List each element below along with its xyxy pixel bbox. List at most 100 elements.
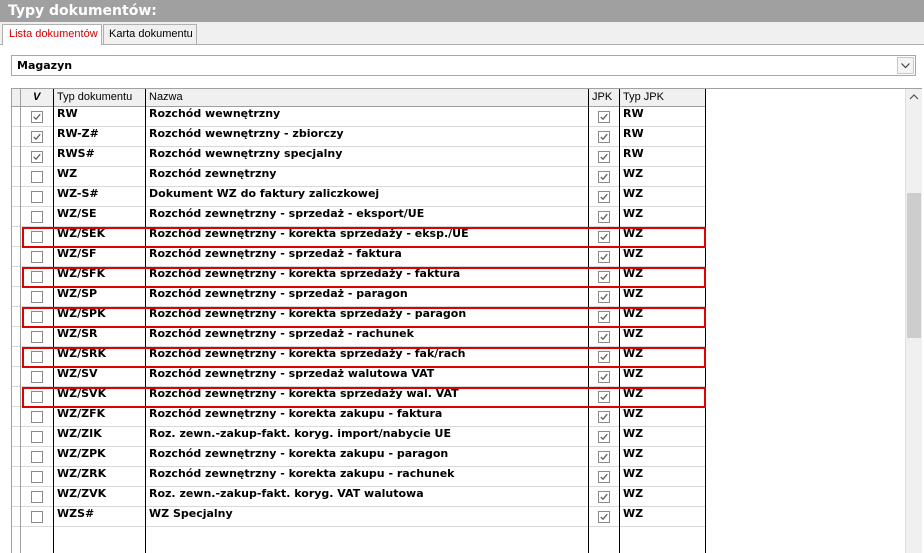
row-select-checkbox[interactable]	[31, 211, 43, 223]
row-select-checkbox[interactable]	[31, 451, 43, 463]
jpk-checkbox[interactable]	[598, 171, 610, 183]
jpk-checkbox[interactable]	[598, 431, 610, 443]
row-select-checkbox[interactable]	[31, 251, 43, 263]
jpk-checkbox[interactable]	[598, 451, 610, 463]
row-indicator[interactable]	[12, 267, 20, 286]
dropdown-button[interactable]	[897, 57, 914, 74]
header-jpk[interactable]: JPK	[589, 89, 620, 106]
row-indicator[interactable]	[12, 147, 20, 166]
table-row[interactable]: WZ/SRK Rozchód zewnętrzny - korekta sprze…	[12, 347, 706, 367]
jpk-checkbox[interactable]	[598, 331, 610, 343]
row-select-checkbox[interactable]	[31, 371, 43, 383]
checkmark-icon	[600, 393, 608, 401]
jpk-checkbox[interactable]	[598, 191, 610, 203]
row-select-checkbox[interactable]	[31, 351, 43, 363]
jpk-checkbox[interactable]	[598, 391, 610, 403]
row-indicator[interactable]	[12, 287, 20, 306]
row-indicator[interactable]	[12, 407, 20, 426]
jpk-checkbox[interactable]	[598, 311, 610, 323]
table-row[interactable]: WZ-S# Dokument WZ do faktury zaliczkowej W…	[12, 187, 706, 207]
row-select-checkbox[interactable]	[31, 331, 43, 343]
table-row[interactable]: WZ/SF Rozchód zewnętrzny - sprzedaż - fak…	[12, 247, 706, 267]
row-select-checkbox[interactable]	[31, 111, 43, 123]
jpk-checkbox[interactable]	[598, 271, 610, 283]
table-row[interactable]: WZ/ZPK Rozchód zewnętrzny - korekta zakup…	[12, 447, 706, 467]
jpk-checkbox[interactable]	[598, 511, 610, 523]
row-indicator[interactable]	[12, 427, 20, 446]
row-select-checkbox[interactable]	[31, 131, 43, 143]
scroll-up-button[interactable]	[906, 89, 922, 106]
jpk-checkbox[interactable]	[598, 211, 610, 223]
row-select-checkbox[interactable]	[31, 311, 43, 323]
table-row[interactable]: WZ Rozchód zewnętrzny WZ	[12, 167, 706, 187]
vertical-scrollbar[interactable]	[905, 89, 922, 553]
table-row[interactable]: RW-Z# Rozchód wewnętrzny - zbiorczy RW	[12, 127, 706, 147]
jpk-checkbox[interactable]	[598, 351, 610, 363]
row-select-checkbox[interactable]	[31, 491, 43, 503]
scroll-thumb[interactable]	[907, 193, 921, 338]
jpk-checkbox[interactable]	[598, 471, 610, 483]
header-name[interactable]: Nazwa	[146, 89, 589, 106]
jpk-checkbox[interactable]	[598, 231, 610, 243]
row-indicator[interactable]	[12, 107, 20, 126]
row-select-checkbox[interactable]	[31, 271, 43, 283]
row-indicator[interactable]	[12, 207, 20, 226]
jpk-checkbox[interactable]	[598, 151, 610, 163]
row-select-checkbox[interactable]	[31, 231, 43, 243]
row-indicator[interactable]	[12, 447, 20, 466]
row-indicator[interactable]	[12, 167, 20, 186]
row-indicator[interactable]	[12, 127, 20, 146]
jpk-checkbox[interactable]	[598, 251, 610, 263]
row-indicator[interactable]	[12, 507, 20, 526]
row-select-checkbox[interactable]	[31, 511, 43, 523]
table-row[interactable]: WZ/ZRK Rozchód zewnętrzny - korekta zakup…	[12, 467, 706, 487]
table-row[interactable]: WZ/SEK Rozchód zewnętrzny - korekta sprze…	[12, 227, 706, 247]
jpk-checkbox[interactable]	[598, 371, 610, 383]
row-select-checkbox[interactable]	[31, 291, 43, 303]
jpk-checkbox[interactable]	[598, 411, 610, 423]
row-indicator[interactable]	[12, 247, 20, 266]
row-select-checkbox[interactable]	[31, 191, 43, 203]
row-indicator[interactable]	[12, 187, 20, 206]
row-indicator[interactable]	[12, 367, 20, 386]
row-select-checkbox[interactable]	[31, 471, 43, 483]
tab-document-card[interactable]: Karta dokumentu	[103, 24, 197, 45]
table-row[interactable]: WZS# WZ Specjalny WZ	[12, 507, 706, 527]
row-indicator[interactable]	[12, 467, 20, 486]
row-indicator[interactable]	[12, 227, 20, 246]
row-select-checkbox[interactable]	[31, 431, 43, 443]
header-document-type[interactable]: Typ dokumentu	[54, 89, 146, 106]
table-row[interactable]: RWS# Rozchód wewnętrzny specjalny RW	[12, 147, 706, 167]
checkmark-icon	[600, 353, 608, 361]
row-select-checkbox[interactable]	[31, 171, 43, 183]
table-row[interactable]: WZ/SE Rozchód zewnętrzny - sprzedaż - eks…	[12, 207, 706, 227]
jpk-checkbox[interactable]	[598, 491, 610, 503]
table-row[interactable]: WZ/ZIK Roz. zewn.-zakup-fakt. koryg. impo…	[12, 427, 706, 447]
row-indicator[interactable]	[12, 307, 20, 326]
header-jpk-type[interactable]: Typ JPK	[620, 89, 706, 106]
jpk-checkbox[interactable]	[598, 131, 610, 143]
jpk-checkbox[interactable]	[598, 111, 610, 123]
row-indicator[interactable]	[12, 487, 20, 506]
row-select-checkbox[interactable]	[31, 411, 43, 423]
row-select-checkbox[interactable]	[31, 151, 43, 163]
table-row[interactable]: WZ/SP Rozchód zewnętrzny - sprzedaż - par…	[12, 287, 706, 307]
table-row[interactable]: WZ/SPK Rozchód zewnętrzny - korekta sprze…	[12, 307, 706, 327]
grid-divider	[588, 89, 589, 553]
table-row[interactable]: WZ/SVK Rozchód zewnętrzny - korekta sprze…	[12, 387, 706, 407]
jpk-type-cell: WZ	[623, 187, 644, 200]
row-indicator[interactable]	[12, 327, 20, 346]
table-row[interactable]: WZ/SV Rozchód zewnętrzny - sprzedaż walut…	[12, 367, 706, 387]
row-indicator[interactable]	[12, 387, 20, 406]
row-indicator[interactable]	[12, 347, 20, 366]
header-check[interactable]: V	[21, 89, 54, 106]
tab-document-list[interactable]: Lista dokumentów	[2, 24, 102, 46]
table-row[interactable]: WZ/SR Rozchód zewnętrzny - sprzedaż - rac…	[12, 327, 706, 347]
table-row[interactable]: WZ/ZVK Roz. zewn.-zakup-fakt. koryg. VAT …	[12, 487, 706, 507]
table-row[interactable]: WZ/SFK Rozchód zewnętrzny - korekta sprze…	[12, 267, 706, 287]
warehouse-select[interactable]: Magazyn	[11, 55, 916, 76]
table-row[interactable]: RW Rozchód wewnętrzny RW	[12, 107, 706, 127]
jpk-checkbox[interactable]	[598, 291, 610, 303]
table-row[interactable]: WZ/ZFK Rozchód zewnętrzny - korekta zakup…	[12, 407, 706, 427]
row-select-checkbox[interactable]	[31, 391, 43, 403]
